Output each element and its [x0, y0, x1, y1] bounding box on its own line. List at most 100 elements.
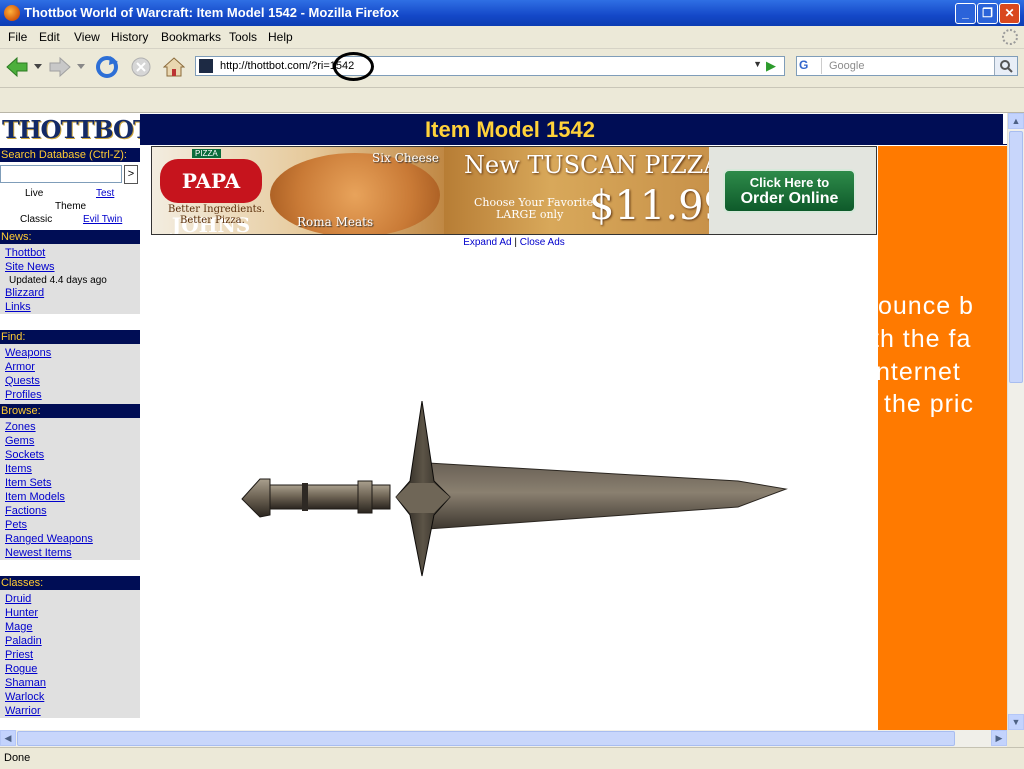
- chevron-down-icon: [34, 64, 42, 69]
- find-link-quests[interactable]: Quests: [5, 375, 40, 387]
- home-icon: [163, 57, 185, 77]
- papa-johns-logo: PAPA JOHNS: [160, 159, 262, 234]
- browse-link-sockets[interactable]: Sockets: [5, 449, 44, 461]
- browse-link-zones[interactable]: Zones: [5, 421, 36, 433]
- navigation-toolbar: http://thottbot.com/?ri=1542 ▼ ▶ G Googl…: [0, 49, 1024, 88]
- side-ad-line-1: ounce b: [878, 292, 974, 320]
- stop-button[interactable]: [129, 55, 153, 79]
- classes-section: Druid Hunter Mage Paladin Priest Rogue S…: [0, 590, 140, 718]
- close-ads-link[interactable]: Close Ads: [520, 237, 565, 248]
- status-text: Done: [4, 752, 31, 764]
- class-link-priest[interactable]: Priest: [5, 649, 33, 661]
- news-updated-text: Updated 4.4 days ago: [9, 275, 107, 286]
- class-link-hunter[interactable]: Hunter: [5, 607, 38, 619]
- reload-icon: [96, 56, 118, 78]
- class-link-warlock[interactable]: Warlock: [5, 691, 44, 703]
- news-header: News:: [0, 230, 140, 244]
- menu-edit[interactable]: Edit: [39, 30, 60, 44]
- live-label: Live: [25, 188, 44, 199]
- evil-twin-link[interactable]: Evil Twin: [83, 214, 122, 225]
- side-ad-banner[interactable]: ounce b th the fa nternet the pric: [878, 146, 1007, 730]
- browse-link-ranged-weapons[interactable]: Ranged Weapons: [5, 533, 93, 545]
- browse-link-items[interactable]: Items: [5, 463, 32, 475]
- home-button[interactable]: [162, 55, 186, 79]
- browse-link-factions[interactable]: Factions: [5, 505, 47, 517]
- bookmarks-toolbar: [0, 88, 1024, 113]
- theme-label: Theme: [55, 201, 87, 212]
- browse-link-item-sets[interactable]: Item Sets: [5, 477, 51, 489]
- order-online-button[interactable]: Click Here to Order Online: [723, 169, 856, 213]
- window-title-bar[interactable]: Thottbot World of Warcraft: Item Model 1…: [0, 0, 1024, 26]
- class-link-druid[interactable]: Druid: [5, 593, 31, 605]
- forward-arrow-icon: [49, 56, 71, 78]
- minimize-button[interactable]: _: [955, 3, 976, 24]
- find-link-armor[interactable]: Armor: [5, 361, 35, 373]
- menu-tools[interactable]: Tools: [229, 30, 257, 44]
- class-link-rogue[interactable]: Rogue: [5, 663, 37, 675]
- class-link-warrior[interactable]: Warrior: [5, 705, 41, 717]
- status-bar: Done: [0, 747, 1024, 769]
- scroll-down-button[interactable]: ▼: [1008, 714, 1024, 730]
- news-link-thottbot[interactable]: Thottbot: [5, 247, 45, 259]
- vertical-scrollbar[interactable]: ▲ ▼: [1007, 113, 1024, 730]
- menu-bar: File Edit View History Bookmarks Tools H…: [0, 26, 1024, 49]
- database-search-input[interactable]: [0, 165, 122, 183]
- news-link-links[interactable]: Links: [5, 301, 31, 313]
- vertical-scroll-thumb[interactable]: [1009, 131, 1023, 383]
- menu-file[interactable]: File: [8, 30, 27, 44]
- scroll-left-button[interactable]: ◀: [0, 730, 16, 746]
- menu-history[interactable]: History: [111, 30, 148, 44]
- back-history-dropdown[interactable]: [33, 55, 43, 79]
- classes-header: Classes:: [0, 576, 140, 590]
- throbber-icon: [1002, 29, 1018, 45]
- database-search-button[interactable]: >: [124, 165, 138, 184]
- browse-link-pets[interactable]: Pets: [5, 519, 27, 531]
- menu-bookmarks[interactable]: Bookmarks: [161, 30, 221, 44]
- web-search-box[interactable]: G Google: [796, 56, 1018, 76]
- scroll-up-button[interactable]: ▲: [1008, 113, 1024, 129]
- search-button[interactable]: [994, 57, 1017, 75]
- menu-view[interactable]: View: [74, 30, 100, 44]
- browse-header: Browse:: [0, 404, 140, 418]
- horizontal-scrollbar[interactable]: ◀ ▶: [0, 730, 1007, 747]
- scroll-corner: [1007, 730, 1024, 747]
- ad-brand-panel: PAPA JOHNS PIZZA Better Ingredients. Bet…: [152, 147, 444, 234]
- six-cheese-label: Six Cheese: [372, 151, 440, 165]
- reload-button[interactable]: [95, 55, 119, 79]
- find-link-weapons[interactable]: Weapons: [5, 347, 51, 359]
- side-ad-line-4: the pric: [884, 390, 974, 418]
- close-button[interactable]: ✕: [999, 3, 1020, 24]
- browse-link-gems[interactable]: Gems: [5, 435, 34, 447]
- pizza-ad-banner[interactable]: PAPA JOHNS PIZZA Better Ingredients. Bet…: [151, 146, 877, 235]
- search-icon: [1000, 60, 1013, 73]
- maximize-button[interactable]: ❐: [977, 3, 998, 24]
- find-link-profiles[interactable]: Profiles: [5, 389, 42, 401]
- back-arrow-icon: [6, 56, 28, 78]
- menu-help[interactable]: Help: [268, 30, 293, 44]
- back-button[interactable]: [5, 55, 29, 79]
- dagger-model-image: [241, 401, 788, 577]
- url-bar[interactable]: http://thottbot.com/?ri=1542 ▼ ▶: [195, 56, 785, 76]
- horizontal-scroll-thumb[interactable]: [17, 731, 955, 746]
- forward-history-dropdown[interactable]: [76, 55, 86, 79]
- forward-button[interactable]: [48, 55, 72, 79]
- class-link-mage[interactable]: Mage: [5, 621, 33, 633]
- news-link-blizzard[interactable]: Blizzard: [5, 287, 44, 299]
- order-cta-line-2: Order Online: [740, 190, 839, 207]
- chevron-down-icon: [77, 64, 85, 69]
- news-link-site-news[interactable]: Site News: [5, 261, 55, 273]
- expand-ad-link[interactable]: Expand Ad: [463, 237, 511, 248]
- browse-link-newest-items[interactable]: Newest Items: [5, 547, 72, 559]
- test-link[interactable]: Test: [96, 188, 114, 199]
- go-icon[interactable]: ▶: [766, 58, 780, 74]
- class-link-paladin[interactable]: Paladin: [5, 635, 42, 647]
- search-engine-selector[interactable]: G: [799, 58, 822, 74]
- scroll-right-button[interactable]: ▶: [991, 730, 1007, 746]
- url-dropdown-icon[interactable]: ▼: [753, 59, 762, 69]
- browse-link-item-models[interactable]: Item Models: [5, 491, 65, 503]
- ad-headline: New TUSCAN PIZZAS: [464, 151, 738, 179]
- left-sidebar: THOTTBOT Search Database (Ctrl-Z): > Liv…: [0, 113, 151, 730]
- thottbot-logo[interactable]: THOTTBOT: [0, 115, 151, 147]
- ad-cta-panel: Click Here to Order Online: [709, 147, 876, 234]
- class-link-shaman[interactable]: Shaman: [5, 677, 46, 689]
